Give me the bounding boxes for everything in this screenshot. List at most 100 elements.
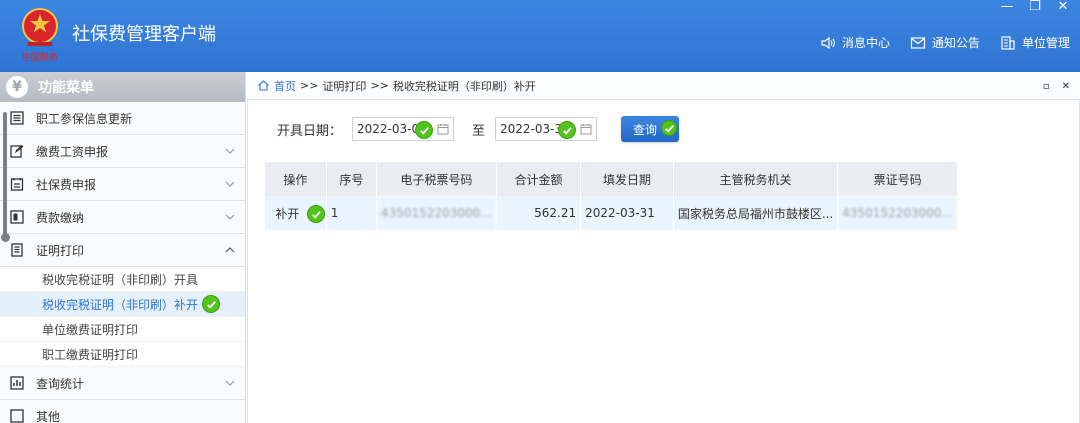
col-header-ticket-no: 电子税票号码	[376, 162, 497, 196]
col-header-date: 填发日期	[580, 162, 674, 196]
tax-emblem-logo: 中国税务	[22, 8, 58, 63]
breadcrumb-level1[interactable]: 证明打印	[322, 78, 366, 94]
sidebar-item-label: 职工参保信息更新	[36, 111, 133, 126]
speaker-icon	[821, 36, 835, 49]
sidebar-item-wage-declaration[interactable]: 缴费工资申报	[0, 135, 245, 168]
app-header: 中国税务 社保费管理客户端 — ❐ ✕ 消息中心 通知公告 单位管理	[0, 0, 1080, 72]
row-amount: 562.21	[496, 196, 582, 230]
start-date-input[interactable]: 2022-03-01	[352, 117, 455, 141]
check-circle-icon	[307, 205, 325, 223]
sidebar-item-other[interactable]: 其他	[0, 400, 245, 423]
col-header-voucher-no: 票证号码	[837, 162, 958, 196]
form-icon	[10, 178, 24, 191]
certificate-table: 操作 序号 电子税票号码 合计金额 填发日期 主管税务机关 票证号码 补开 1 …	[265, 162, 958, 230]
breadcrumb-separator: >>	[370, 79, 389, 92]
sub-item-certificate-issue[interactable]: 税收完税证明（非印刷）开具	[0, 267, 245, 292]
sidebar-item-query-stats[interactable]: 查询统计	[0, 367, 245, 400]
col-header-seq: 序号	[326, 162, 378, 196]
row-date: 2022-03-31	[580, 196, 674, 230]
panel-close-icon[interactable]: ✕	[1062, 81, 1070, 92]
sub-item-label: 税收完税证明（非印刷）补开	[42, 297, 199, 312]
sidebar-item-label: 社保费申报	[36, 177, 97, 192]
nav-label: 单位管理	[1021, 36, 1070, 50]
row-authority: 国家税务总局福州市鼓楼区...	[673, 196, 839, 230]
sidebar-item-label: 其他	[36, 409, 61, 423]
chevron-down-icon	[225, 380, 235, 386]
sub-item-certificate-reissue[interactable]: 税收完税证明（非印刷）补开	[0, 292, 245, 317]
date-filter-label: 开具日期：	[277, 123, 343, 139]
sidebar-item-label: 查询统计	[36, 376, 85, 391]
table-header-row: 操作 序号 电子税票号码 合计金额 填发日期 主管税务机关 票证号码	[265, 162, 958, 196]
sidebar: ¥ 功能菜单 职工参保信息更新 缴费工资申报 社保费申报 费款缴纳 证明打印 税…	[0, 72, 246, 423]
sub-item-employee-payment-print[interactable]: 职工缴费证明打印	[0, 342, 245, 367]
table-row[interactable]: 补开 1 4350152203000... 562.21 2022-03-31 …	[265, 196, 958, 230]
query-button[interactable]: 查询	[621, 116, 680, 142]
nav-message-center[interactable]: 消息中心	[820, 34, 890, 51]
check-circle-icon	[558, 121, 577, 139]
chevron-up-icon	[225, 247, 235, 253]
main-panel: 首页 >> 证明打印 >> 税收完税证明（非印刷）补开 ▫ ✕ 开具日期： 20…	[247, 72, 1080, 423]
document-icon	[11, 243, 23, 257]
close-icon[interactable]: ✕	[1056, 0, 1070, 14]
calendar-icon[interactable]	[437, 123, 449, 135]
row-seq: 1	[326, 196, 378, 230]
panel-left-border	[247, 100, 248, 423]
nav-announcements[interactable]: 通知公告	[910, 34, 980, 51]
sidebar-item-payment[interactable]: 费款缴纳	[0, 201, 245, 234]
menu-title-label: 功能菜单	[38, 80, 94, 96]
payment-icon	[10, 210, 24, 224]
col-header-op: 操作	[265, 162, 327, 196]
row-voucher-no: 4350152203000...	[837, 196, 958, 230]
sub-item-label: 税收完税证明（非印刷）开具	[42, 272, 199, 287]
restore-icon[interactable]: ❐	[1028, 0, 1042, 14]
breadcrumb-separator: >>	[300, 79, 319, 92]
check-circle-icon	[202, 295, 220, 313]
chevron-down-icon	[225, 148, 235, 154]
query-button-label: 查询	[633, 122, 658, 137]
sidebar-item-label: 证明打印	[36, 243, 85, 258]
breadcrumb-home[interactable]: 首页	[274, 78, 296, 94]
header-nav: 消息中心 通知公告 单位管理	[820, 34, 1070, 51]
nav-label: 通知公告	[931, 36, 980, 50]
end-date-input[interactable]: 2022-03-31	[495, 117, 598, 141]
yen-icon: ¥	[6, 76, 28, 98]
sidebar-scrollbar[interactable]	[1, 112, 10, 242]
sub-item-unit-payment-print[interactable]: 单位缴费证明打印	[0, 317, 245, 342]
chevron-down-icon	[225, 214, 235, 220]
sidebar-item-employee-info[interactable]: 职工参保信息更新	[0, 102, 245, 135]
sub-item-label: 职工缴费证明打印	[42, 347, 139, 362]
nav-label: 消息中心	[841, 36, 890, 50]
date-filter: 开具日期： 2022-03-01 至 2022-03-31 查询	[277, 116, 680, 142]
mail-icon	[910, 36, 926, 49]
sidebar-item-label: 费款缴纳	[36, 210, 85, 225]
check-circle-icon	[661, 120, 678, 136]
chevron-down-icon	[225, 181, 235, 187]
row-action-cell[interactable]: 补开	[265, 196, 327, 230]
check-circle-icon	[415, 121, 434, 139]
nav-unit-management[interactable]: 单位管理	[1000, 34, 1070, 51]
scrollbar-track	[3, 112, 7, 236]
panel-restore-icon[interactable]: ▫	[1043, 81, 1050, 92]
building-icon	[1001, 35, 1015, 50]
sidebar-item-certificate-print[interactable]: 证明打印	[0, 234, 245, 267]
list-icon	[10, 111, 24, 125]
scrollbar-knob	[1, 233, 10, 242]
col-header-authority: 主管税务机关	[673, 162, 839, 196]
reissue-link[interactable]: 补开	[275, 207, 299, 221]
edit-icon	[10, 145, 24, 158]
to-label: 至	[472, 123, 486, 139]
row-ticket-no: 4350152203000...	[376, 196, 497, 230]
panel-controls: ▫ ✕	[1043, 81, 1070, 92]
more-icon	[10, 409, 24, 423]
col-header-amount: 合计金额	[496, 162, 582, 196]
breadcrumb-level2: 税收完税证明（非印刷）补开	[392, 79, 536, 93]
minimize-icon[interactable]: —	[1000, 0, 1014, 14]
app-title: 社保费管理客户端	[72, 24, 216, 45]
window-controls: — ❐ ✕	[1000, 0, 1070, 14]
sub-item-label: 单位缴费证明打印	[42, 322, 139, 337]
submenu-certificate-print: 税收完税证明（非印刷）开具 税收完税证明（非印刷）补开 单位缴费证明打印 职工缴…	[0, 267, 245, 367]
breadcrumb: 首页 >> 证明打印 >> 税收完税证明（非印刷）补开 ▫ ✕	[247, 72, 1080, 100]
sidebar-item-social-declaration[interactable]: 社保费申报	[0, 168, 245, 201]
calendar-icon[interactable]	[580, 123, 592, 135]
sidebar-item-label: 缴费工资申报	[36, 144, 109, 159]
